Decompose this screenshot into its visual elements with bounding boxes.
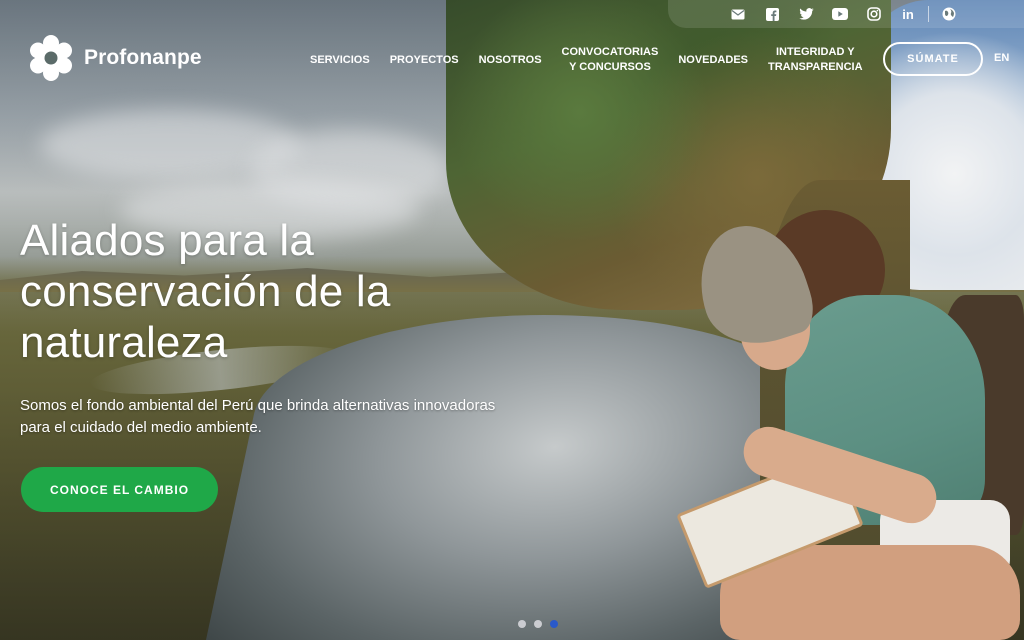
carousel-indicators	[518, 620, 558, 628]
hero-subtext: Somos el fondo ambiental del Perú que br…	[20, 397, 496, 436]
social-separator	[928, 6, 929, 22]
nav-item-proyectos[interactable]: PROYECTOS	[380, 53, 469, 68]
globe-icon[interactable]	[941, 6, 957, 22]
carousel-dot[interactable]	[518, 620, 526, 628]
brand-name: Profonanpe	[84, 46, 202, 69]
email-icon[interactable]	[730, 6, 746, 22]
hero-section: in Profonanpe SERVICIOS PROYECTOS NOSOTR…	[0, 0, 1024, 640]
researcher-image	[676, 200, 1024, 640]
nav-item-convocatorias[interactable]: CONVOCATORIAS Y CONCURSOS	[552, 45, 669, 75]
nav-item-integridad[interactable]: INTEGRIDAD Y TRANSPARENCIA	[758, 45, 873, 75]
carousel-dot[interactable]	[534, 620, 542, 628]
social-bar: in	[668, 0, 1024, 28]
nav-item-nosotros[interactable]: NOSOTROS	[469, 53, 552, 68]
logo-mark-icon	[30, 35, 72, 81]
nav-item-novedades[interactable]: NOVEDADES	[668, 53, 758, 68]
facebook-icon[interactable]	[764, 6, 780, 22]
language-switch[interactable]: EN	[994, 52, 1009, 64]
hero-headline: Aliados para la conservación de la natur…	[20, 216, 391, 367]
twitter-icon[interactable]	[798, 6, 814, 22]
instagram-icon[interactable]	[866, 6, 882, 22]
join-button[interactable]: SÚMATE	[883, 42, 983, 76]
youtube-icon[interactable]	[832, 6, 848, 22]
nav-item-servicios[interactable]: SERVICIOS	[300, 53, 380, 68]
site-logo[interactable]: Profonanpe	[26, 33, 202, 83]
cta-button[interactable]: CONOCE EL CAMBIO	[21, 467, 218, 512]
carousel-dot-active[interactable]	[550, 620, 558, 628]
main-navigation: SERVICIOS PROYECTOS NOSOTROS CONVOCATORI…	[300, 44, 873, 76]
linkedin-icon[interactable]: in	[900, 6, 916, 22]
